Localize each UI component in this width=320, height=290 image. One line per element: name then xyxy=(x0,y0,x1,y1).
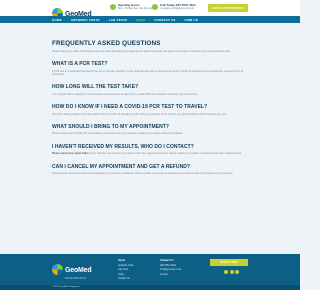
footer-contact: Contact Us 020 4551 4041 info@geomed.co.… xyxy=(160,259,181,277)
faq-answer-lead: Please check your spam folder. xyxy=(52,152,90,156)
twitter-icon[interactable] xyxy=(229,270,234,274)
footer-location: London xyxy=(160,272,168,276)
intro-text: Please bring your order confirmation wit… xyxy=(52,50,231,53)
faq-question: WHAT SHOULD I BRING TO MY APPOINTMENT? xyxy=(52,123,169,130)
hours-text: Mon - Fri 9am-5pm, Sat 9am-1pm xyxy=(118,7,155,11)
faq-question: HOW DO I KNOW IF I NEED A COVID-19 PCR T… xyxy=(52,104,208,111)
site-footer: GeoMed DIAGNOSTICS Home Antibody Tests L… xyxy=(0,254,300,285)
faq-answer: Your sample will be collected in a few m… xyxy=(52,92,198,96)
nav-item-antibody-tests[interactable]: ANTIBODY TESTS xyxy=(71,18,100,22)
facebook-icon[interactable] xyxy=(224,270,228,274)
nav-item-home[interactable]: HOME xyxy=(52,18,62,22)
social-links xyxy=(224,270,241,274)
clock-icon xyxy=(110,4,116,11)
instagram-icon[interactable] xyxy=(235,270,239,274)
top-header: GeoMed DIAGNOSTICS Opening Hours Mon - F… xyxy=(0,0,300,24)
footer-brand-name: GeoMed xyxy=(65,267,92,274)
opening-hours: Opening Hours Mon - Fri 9am-5pm, Sat 9am… xyxy=(110,3,155,11)
footer-email[interactable]: info@geomed.co.uk xyxy=(160,268,181,272)
nav-item-lab-tests[interactable]: LAB TESTS xyxy=(109,18,127,22)
footer-link[interactable]: Contact Us xyxy=(118,277,134,281)
footer-book-button[interactable]: BOOK A TEST xyxy=(210,259,248,266)
faq-question: I HAVEN'T RECEIVED MY RESULTS, WHO DO I … xyxy=(52,143,194,150)
footer-contact-heading: Contact Us xyxy=(160,259,174,262)
faq-answer: Appointments can be cancelled or resched… xyxy=(52,172,234,176)
page-title: FREQUENTLY ASKED QUESTIONS xyxy=(52,40,161,47)
copyright-text: © 2021 GeoMed Diagnostics xyxy=(52,285,80,288)
faq-answer: Check the latest guidance and travel adv… xyxy=(52,112,227,116)
faq-content: FREQUENTLY ASKED QUESTIONS Please bring … xyxy=(52,28,248,253)
faq-question: HOW LONG WILL THE TEST TAKE? xyxy=(52,84,139,91)
faq-answer: Please bring a form of photo ID, your bo… xyxy=(52,132,184,136)
faq-question: CAN I CANCEL MY APPOINTMENT AND GET A RE… xyxy=(52,163,190,170)
footer-brand-tagline: DIAGNOSTICS xyxy=(65,277,87,280)
phone-info: Call Today 020 4551 4041 or email us inf… xyxy=(152,3,196,11)
nav-item-contact-us[interactable]: CONTACT US xyxy=(154,18,175,22)
footer-link-home[interactable]: Home xyxy=(118,259,134,263)
faq-answer: Please check your spam folder. If you st… xyxy=(52,152,248,155)
main-nav: HOME ANTIBODY TESTS LAB TESTS FAQS CONTA… xyxy=(0,16,300,23)
footer-logo[interactable]: GeoMed DIAGNOSTICS xyxy=(52,259,92,280)
faq-answer: A PCR test is a swab test that detects t… xyxy=(52,69,244,77)
book-appointment-button[interactable]: BOOK APPOINTMENT xyxy=(208,4,248,12)
faq-answer-text: If you still have not received your resu… xyxy=(89,152,242,156)
nav-item-find-us[interactable]: FIND US xyxy=(185,18,198,22)
phone-icon xyxy=(152,4,158,11)
nav-item-faqs[interactable]: FAQS xyxy=(136,18,145,22)
footer-bottom-bar: © 2021 GeoMed Diagnostics xyxy=(0,285,300,290)
footer-links: Home Antibody Tests Lab Tests FAQs Conta… xyxy=(118,259,134,281)
logo-mark-icon xyxy=(52,264,63,275)
phone-text: or email us info@geomed.co.uk xyxy=(160,7,194,11)
faq-question: WHAT IS A PCR TEST? xyxy=(52,61,108,68)
